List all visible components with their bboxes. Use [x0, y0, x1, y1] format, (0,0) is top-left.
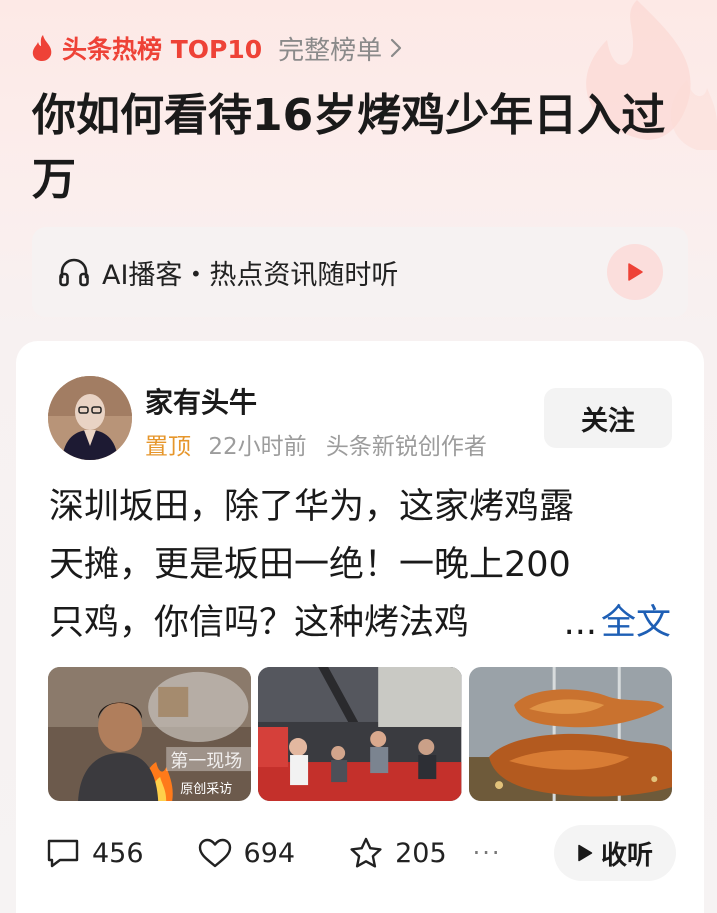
comment-count: 456: [92, 837, 144, 869]
post-text-line: 深圳坂田，除了华为，这家烤鸡露: [49, 487, 575, 527]
post-time: 22小时前: [208, 434, 307, 460]
post-text[interactable]: 深圳坂田，除了华为，这家烤鸡露 天摊，更是坂田一绝！一晚上200 只鸡，你信吗？…: [49, 478, 671, 652]
post-text-line: 天摊，更是坂田一绝！一晚上200: [49, 545, 571, 585]
author-badge: 头条新锐创作者: [325, 434, 487, 460]
avatar[interactable]: [48, 376, 132, 460]
like-count: 694: [243, 837, 296, 869]
podcast-label: AI播客・热点资讯随时听: [102, 259, 399, 291]
read-more-link[interactable]: 全文: [601, 603, 671, 643]
hot-topic-headline[interactable]: 你如何看待16岁烤鸡少年日入过万: [32, 84, 672, 212]
play-icon: [578, 844, 593, 862]
thumbnail-watermark: 第一现场: [170, 751, 242, 772]
podcast-play-button[interactable]: [607, 244, 663, 300]
ellipsis: ...: [563, 603, 597, 643]
star-icon: [350, 837, 382, 868]
post-image-1[interactable]: 第一现场 原创采访: [48, 667, 252, 801]
full-list-label: 完整榜单: [278, 35, 383, 66]
post-images: 第一现场 原创采访: [48, 667, 672, 801]
chevron-right-icon: [391, 38, 402, 58]
author-name[interactable]: 家有头牛: [145, 381, 257, 421]
action-bar: 456 694 205 ··· 收听: [46, 825, 676, 881]
hotlist-title: 头条热榜 TOP10: [62, 35, 263, 64]
follow-button[interactable]: 关注: [544, 388, 672, 448]
more-options-button[interactable]: ···: [473, 839, 502, 867]
post-image-2[interactable]: [258, 667, 462, 801]
heart-icon: [198, 838, 231, 868]
play-icon: [628, 263, 643, 281]
hotlist-header[interactable]: 头条热榜 TOP10 完整榜单: [31, 28, 402, 68]
favorite-count: 205: [395, 837, 447, 869]
thumbnail-caption: 原创采访: [180, 782, 232, 797]
post-card[interactable]: 家有头牛 置顶 22小时前 头条新锐创作者 关注 深圳坂田，除了华为，这家烤鸡露…: [16, 341, 704, 913]
ai-podcast-bar[interactable]: AI播客・热点资讯随时听: [32, 227, 688, 317]
image-boy-grill: 第一现场 原创采访: [48, 667, 252, 801]
post-text-line-last: 只鸡，你信吗？这种烤法鸡 ... 全文: [49, 594, 671, 652]
favorite-button[interactable]: 205: [349, 837, 447, 869]
read-more[interactable]: ... 全文: [564, 594, 671, 652]
listen-button[interactable]: 收听: [554, 825, 676, 881]
like-button[interactable]: 694: [198, 837, 296, 869]
headphones-icon: [59, 258, 89, 287]
full-list-link[interactable]: 完整榜单: [278, 30, 402, 67]
image-roast-chicken: [468, 667, 672, 801]
listen-label: 收听: [600, 840, 653, 871]
avatar-image: [48, 376, 132, 460]
post-meta: 置顶 22小时前 头条新锐创作者: [145, 427, 487, 461]
image-night-stall: [258, 667, 462, 801]
comment-button[interactable]: 456: [46, 837, 144, 869]
post-text-line: 只鸡，你信吗？这种烤法鸡: [49, 603, 470, 643]
fire-icon: [32, 35, 52, 61]
post-image-3[interactable]: [468, 667, 672, 801]
pinned-badge: 置顶: [145, 434, 191, 460]
comment-icon: [47, 839, 79, 868]
